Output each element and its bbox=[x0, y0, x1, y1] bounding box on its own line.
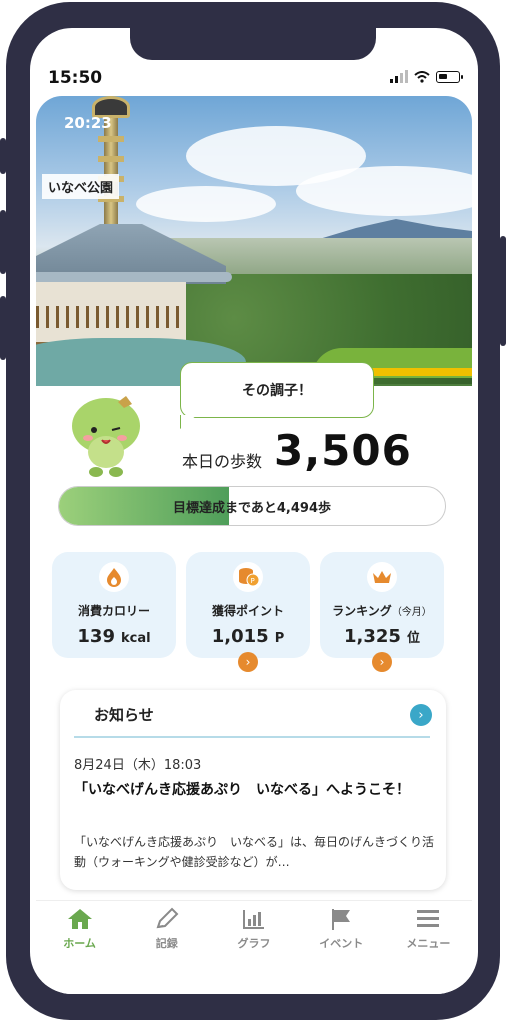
news-more-arrow-icon[interactable]: › bbox=[410, 704, 432, 726]
news-panel[interactable]: お知らせ › 8月24日（木）18:03 「いなべげんき応援あぷり いなべる」へ… bbox=[60, 690, 446, 890]
tab-menu[interactable]: メニュー bbox=[385, 901, 472, 961]
points-value: 1,015 P bbox=[211, 626, 285, 647]
signal-icon bbox=[390, 70, 408, 83]
tab-graph[interactable]: グラフ bbox=[210, 901, 297, 961]
app-content: 20:23 いなべ公園 その調子！ 本日の歩数 3,506 目標達成まであと4,… bbox=[36, 96, 472, 994]
volume-up-button bbox=[0, 210, 6, 274]
chart-icon bbox=[243, 910, 264, 929]
tab-record[interactable]: 記録 bbox=[123, 901, 210, 961]
speech-bubble: その調子！ bbox=[180, 362, 374, 418]
calorie-value: 139 kcal bbox=[77, 626, 151, 647]
news-title[interactable]: 「いなべげんき応援あぷり いなべる」へようこそ！ bbox=[74, 778, 434, 802]
power-button bbox=[500, 236, 506, 346]
news-date: 8月24日（木）18:03 bbox=[74, 758, 202, 773]
notch bbox=[130, 28, 376, 60]
bottom-tab-bar: ホーム 記録 グラフ イベント メニュー bbox=[36, 900, 472, 961]
flame-icon bbox=[99, 562, 129, 592]
device-screen: 15:50 20:23 いなべ公園 その調子！ 本日の歩数 3,506 目標達成… bbox=[30, 28, 478, 994]
battery-icon bbox=[436, 71, 463, 83]
points-title: 獲得ポイント bbox=[211, 604, 284, 618]
news-divider bbox=[74, 736, 430, 738]
ranking-title: ランキング（今月） bbox=[332, 604, 432, 618]
status-time: 15:50 bbox=[48, 68, 103, 88]
tab-home[interactable]: ホーム bbox=[36, 901, 123, 961]
volume-down-button bbox=[0, 296, 6, 360]
flag-icon bbox=[332, 909, 351, 930]
goal-progress-bar: 目標達成まであと4,494歩 bbox=[58, 486, 446, 526]
svg-text:P: P bbox=[251, 577, 255, 585]
ranking-card[interactable]: ランキング（今月） 1,325 位 › bbox=[320, 552, 444, 672]
pencil-icon bbox=[156, 907, 179, 929]
ranking-value: 1,325 位 bbox=[344, 626, 420, 647]
wifi-icon bbox=[414, 71, 430, 83]
calorie-card[interactable]: 消費カロリー 139 kcal bbox=[52, 552, 176, 658]
hero-photo-time: 20:23 bbox=[64, 114, 112, 132]
steps-value: 3,506 bbox=[274, 426, 412, 475]
status-icons bbox=[390, 70, 463, 83]
coins-icon: P bbox=[233, 562, 263, 592]
menu-icon bbox=[417, 910, 440, 927]
location-label: いなべ公園 bbox=[42, 174, 120, 199]
crown-icon bbox=[367, 562, 397, 592]
tab-menu-label: メニュー bbox=[406, 937, 451, 950]
tab-home-label: ホーム bbox=[63, 937, 96, 950]
news-body: 「いなべげんき応援あぷり いなべる」は、毎日のげんきづくり活動（ウォーキングや健… bbox=[74, 835, 435, 869]
goal-progress-text: 目標達成まであと4,494歩 bbox=[173, 500, 331, 516]
speech-text: その調子！ bbox=[242, 383, 312, 399]
mascot-character bbox=[72, 396, 140, 477]
ranking-arrow-button[interactable]: › bbox=[372, 652, 392, 672]
points-card[interactable]: P 獲得ポイント 1,015 P › bbox=[186, 552, 310, 672]
side-button bbox=[0, 138, 6, 174]
tab-event-label: イベント bbox=[319, 937, 364, 950]
tab-event[interactable]: イベント bbox=[298, 901, 385, 961]
steps-label: 本日の歩数 bbox=[182, 452, 263, 471]
home-icon bbox=[67, 909, 92, 929]
news-heading: お知らせ bbox=[94, 706, 154, 724]
calorie-title: 消費カロリー bbox=[77, 604, 150, 618]
points-arrow-button[interactable]: › bbox=[238, 652, 258, 672]
tab-graph-label: グラフ bbox=[237, 937, 271, 950]
tab-record-label: 記録 bbox=[155, 937, 178, 950]
hero-image: 20:23 いなべ公園 bbox=[36, 96, 472, 386]
